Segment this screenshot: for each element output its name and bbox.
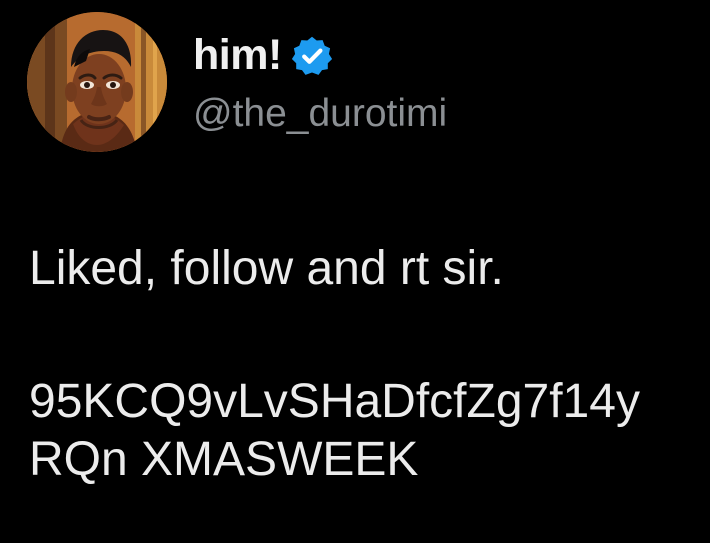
tweet-line-2: 95KCQ9vLvSHaDfcfZg7f14y: [29, 375, 640, 428]
tweet-line-3: RQn XMASWEEK: [29, 433, 419, 486]
tweet-card: him! @the_durotimi Liked, follow and rt …: [0, 0, 710, 543]
tweet-line-break: [29, 298, 710, 373]
tweet-text: Liked, follow and rt sir. 95KCQ9vLvSHaDf…: [29, 240, 710, 489]
display-name[interactable]: him!: [193, 29, 282, 81]
avatar-image: [27, 12, 167, 152]
profile-avatar[interactable]: [27, 12, 167, 152]
verified-badge-icon[interactable]: [290, 34, 334, 78]
tweet-line-1: Liked, follow and rt sir.: [29, 242, 504, 295]
author-name-row: him!: [193, 29, 334, 81]
user-handle[interactable]: @the_durotimi: [193, 90, 447, 138]
